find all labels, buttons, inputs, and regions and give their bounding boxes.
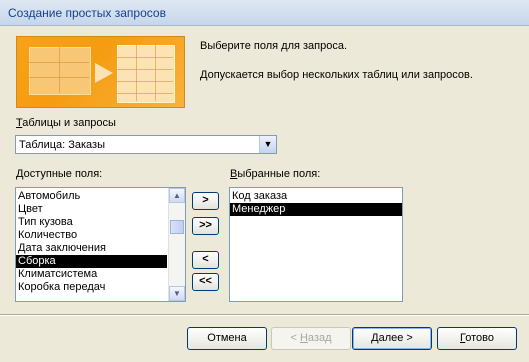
selected-fields-list[interactable]: Код заказа Менеджер xyxy=(229,187,403,302)
available-fields-scrollbar[interactable]: ▲ ▼ xyxy=(168,188,185,301)
intro-text: Выберите поля для запроса. xyxy=(200,40,348,52)
back-button[interactable]: < Назад xyxy=(271,327,351,350)
scroll-up-icon[interactable]: ▲ xyxy=(169,188,185,203)
scroll-thumb[interactable] xyxy=(170,220,184,234)
available-fields-list[interactable]: ▲ ▼ Автомобиль Цвет Тип кузова Количество Да… xyxy=(15,187,186,302)
add-all-fields-button[interactable]: >> xyxy=(192,217,219,235)
footer-divider xyxy=(0,314,529,316)
available-fields-label: Доступные поля: xyxy=(16,168,103,180)
list-item[interactable]: Тип кузова xyxy=(16,216,167,229)
list-item[interactable]: Количество xyxy=(16,229,167,242)
remove-all-fields-button[interactable]: << xyxy=(192,273,219,291)
list-item[interactable]: Менеджер xyxy=(230,203,402,216)
tables-queries-label: Таблицы и запросы xyxy=(16,117,116,129)
chevron-down-icon[interactable]: ▼ xyxy=(259,136,276,153)
list-item[interactable]: Код заказа xyxy=(230,190,402,203)
finish-button[interactable]: Готово xyxy=(437,327,517,350)
list-item[interactable]: Сборка xyxy=(16,255,167,268)
title-bar[interactable]: Создание простых запросов xyxy=(0,0,529,26)
intro-hint: Допускается выбор нескольких таблиц или … xyxy=(200,69,473,81)
combobox-value: Таблица: Заказы xyxy=(19,139,106,151)
scroll-down-icon[interactable]: ▼ xyxy=(169,286,185,301)
remove-field-button[interactable]: < xyxy=(192,251,219,269)
query-wizard-dialog: Создание простых запросов Выберите поля … xyxy=(0,0,529,362)
tables-queries-combobox[interactable]: Таблица: Заказы ▼ xyxy=(15,135,277,154)
cancel-button[interactable]: Отмена xyxy=(187,327,267,350)
next-button[interactable]: Далее > xyxy=(352,327,432,350)
list-item[interactable]: Автомобиль xyxy=(16,190,167,203)
list-item[interactable]: Дата заключения xyxy=(16,242,167,255)
list-item[interactable]: Коробка передач xyxy=(16,281,167,294)
window-title: Создание простых запросов xyxy=(8,6,166,20)
wizard-banner-image xyxy=(16,36,185,108)
list-item[interactable]: Климатсистема xyxy=(16,268,167,281)
add-field-button[interactable]: > xyxy=(192,192,219,210)
selected-fields-label: Выбранные поля: xyxy=(230,168,321,180)
list-item[interactable]: Цвет xyxy=(16,203,167,216)
